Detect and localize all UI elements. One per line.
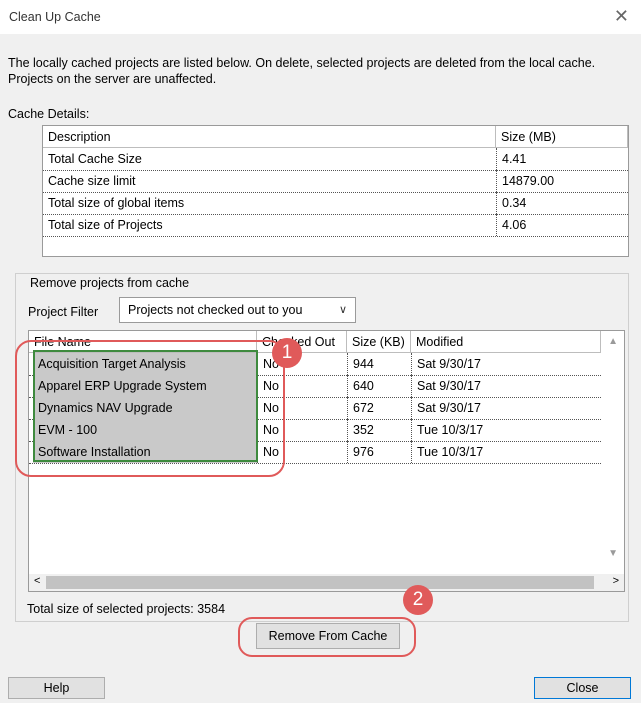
- details-row: Total size of global items 0.34: [43, 192, 628, 215]
- clean-up-cache-dialog: Clean Up Cache ✕ The locally cached proj…: [0, 0, 641, 703]
- column-header-size-kb[interactable]: Size (KB): [347, 331, 411, 353]
- details-header-row: Description Size (MB): [43, 126, 628, 148]
- project-filter-dropdown[interactable]: Projects not checked out to you ∨: [119, 297, 356, 323]
- details-description: Total Cache Size: [48, 152, 142, 166]
- column-header-modified[interactable]: Modified: [411, 331, 601, 353]
- callout-badge-2: 2: [403, 585, 433, 615]
- chevron-down-icon[interactable]: ∨: [339, 303, 347, 316]
- window-title: Clean Up Cache: [9, 10, 101, 24]
- callout-outline-1: [15, 340, 285, 477]
- details-size: 0.34: [496, 192, 628, 214]
- cache-details-label: Cache Details:: [8, 107, 90, 121]
- modified-cell: Sat 9/30/17: [411, 375, 601, 397]
- modified-cell: Tue 10/3/17: [411, 441, 601, 463]
- details-size: 4.06: [496, 214, 628, 236]
- horizontal-scrollbar[interactable]: < >: [29, 574, 624, 591]
- details-size: 4.41: [496, 148, 628, 170]
- cache-details-table: Description Size (MB) Total Cache Size 4…: [42, 125, 629, 257]
- size-cell: 640: [347, 375, 411, 397]
- total-selected-size: Total size of selected projects: 3584: [27, 602, 226, 616]
- close-button[interactable]: Close: [534, 677, 631, 699]
- scroll-up-arrow-icon[interactable]: ▲: [608, 336, 618, 347]
- title-bar: Clean Up Cache ✕: [0, 0, 641, 34]
- details-row: Total size of Projects 4.06: [43, 214, 628, 237]
- details-description: Total size of global items: [48, 196, 185, 210]
- remove-from-cache-button[interactable]: Remove From Cache: [256, 623, 400, 649]
- column-header-size-mb[interactable]: Size (MB): [496, 126, 628, 148]
- project-filter-value: Projects not checked out to you: [128, 303, 303, 317]
- callout-badge-1: 1: [272, 338, 302, 368]
- close-icon[interactable]: ✕: [614, 6, 629, 27]
- details-description: Total size of Projects: [48, 218, 163, 232]
- details-description: Cache size limit: [48, 174, 136, 188]
- details-size: 14879.00: [496, 170, 628, 192]
- project-filter-label: Project Filter: [28, 305, 99, 319]
- details-row: Cache size limit 14879.00: [43, 170, 628, 193]
- size-cell: 352: [347, 419, 411, 441]
- scroll-right-icon[interactable]: >: [613, 575, 619, 587]
- column-header-description[interactable]: Description: [43, 126, 496, 148]
- intro-text: The locally cached projects are listed b…: [8, 56, 596, 86]
- scrollbar-thumb[interactable]: [46, 576, 594, 589]
- size-cell: 944: [347, 353, 411, 375]
- size-cell: 976: [347, 441, 411, 463]
- scroll-left-icon[interactable]: <: [34, 575, 40, 587]
- details-row: Total Cache Size 4.41: [43, 148, 628, 171]
- size-cell: 672: [347, 397, 411, 419]
- modified-cell: Sat 9/30/17: [411, 397, 601, 419]
- modified-cell: Sat 9/30/17: [411, 353, 601, 375]
- help-button[interactable]: Help: [8, 677, 105, 699]
- modified-cell: Tue 10/3/17: [411, 419, 601, 441]
- scroll-down-arrow-icon[interactable]: ▼: [608, 548, 618, 559]
- remove-projects-label: Remove projects from cache: [27, 276, 193, 290]
